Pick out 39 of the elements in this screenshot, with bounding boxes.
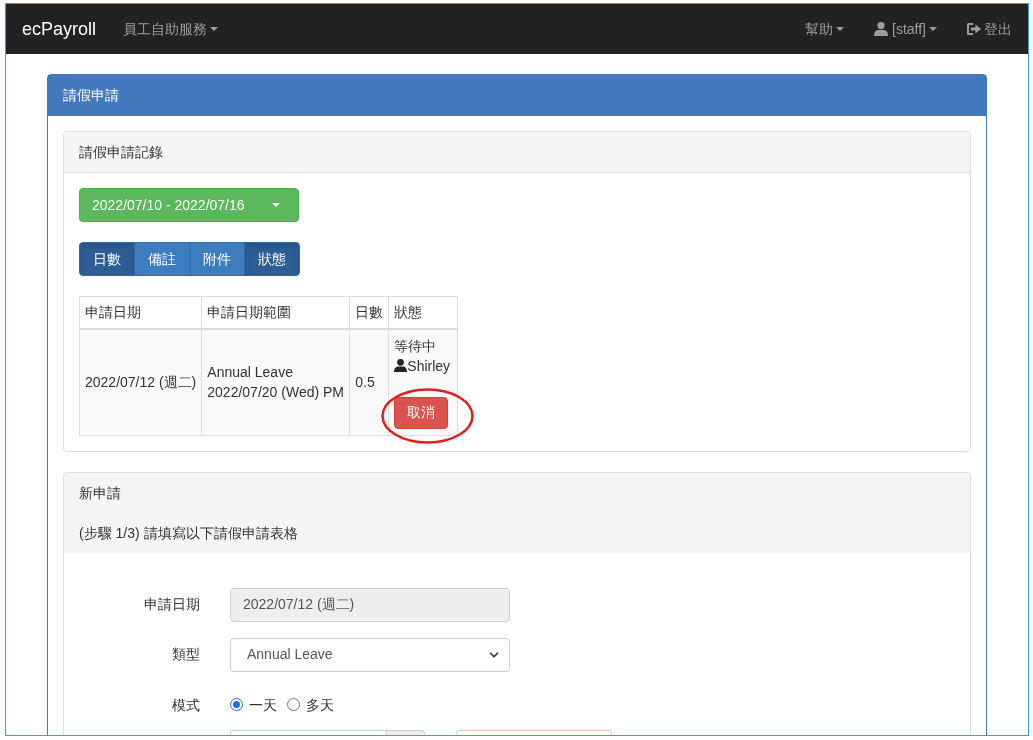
- column-header: 申請日期範圍: [201, 296, 350, 329]
- caret-icon: [836, 27, 844, 31]
- caret-icon: [210, 27, 219, 31]
- column-header: 狀態: [388, 296, 458, 329]
- nav-dropdown-link[interactable]: 幫助: [805, 18, 844, 40]
- column-toggle-button[interactable]: 狀態: [244, 242, 300, 276]
- caret-icon: [272, 203, 280, 207]
- period-text: 2022/07/20 (Wed) PM: [207, 383, 345, 402]
- radio-button[interactable]: [287, 698, 300, 711]
- logout-link[interactable]: 登出: [967, 18, 1012, 40]
- records-title: 請假申請記錄: [79, 142, 163, 162]
- user-icon: [394, 359, 408, 372]
- column-toggle-button[interactable]: 日數: [79, 242, 135, 276]
- panel-title: 請假申請: [63, 86, 119, 105]
- nav-dropdown-link[interactable]: 員工自助服務: [123, 18, 219, 40]
- new-request-title: 新申請: [79, 483, 121, 503]
- column-header: 申請日期: [79, 296, 202, 329]
- table-cell: 0.5: [349, 328, 389, 435]
- field-label: 模式: [172, 695, 200, 715]
- field-label: 類型: [172, 645, 200, 664]
- field-label: 申請日期: [144, 595, 200, 614]
- column-toggle-button[interactable]: 備註: [134, 242, 190, 276]
- brand-link[interactable]: ecPayroll: [22, 15, 97, 43]
- cancel-button[interactable]: 取消: [394, 396, 449, 429]
- step-instruction: (步驟 1/3) 請填寫以下請假申請表格: [79, 523, 298, 543]
- leave-type-text: Annual Leave: [207, 363, 294, 382]
- column-toggle-button[interactable]: 附件: [189, 242, 245, 276]
- user-icon: [874, 22, 888, 36]
- table-cell: 2022/07/12 (週二): [79, 328, 202, 435]
- radio-label[interactable]: 一天: [249, 694, 277, 715]
- radio-button[interactable]: [230, 698, 243, 711]
- caret-icon: [929, 27, 937, 31]
- logout-icon: [967, 23, 981, 35]
- status-text: 等待中: [394, 336, 438, 356]
- radio-label[interactable]: 多天: [306, 694, 334, 715]
- column-header: 日數: [349, 296, 389, 329]
- approver-name: Shirley: [407, 356, 451, 376]
- select-field[interactable]: Annual Leave: [230, 637, 510, 672]
- user-menu-link[interactable]: [staff]: [874, 18, 937, 40]
